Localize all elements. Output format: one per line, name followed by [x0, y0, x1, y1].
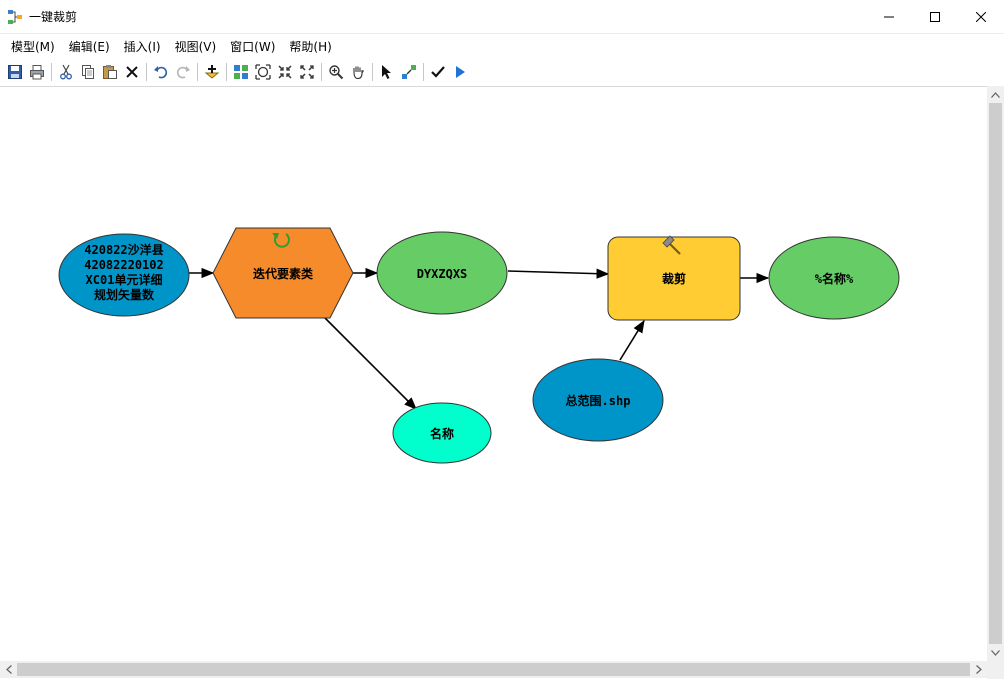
undo-button[interactable] — [150, 61, 172, 83]
scroll-down-button[interactable] — [987, 644, 1004, 661]
clip-output-label: %名称% — [815, 271, 854, 286]
connector-iterator-to-name — [321, 314, 417, 410]
toolbar-separator — [423, 63, 424, 81]
close-button[interactable] — [958, 0, 1004, 34]
menu-edit[interactable]: 编辑(E) — [62, 37, 117, 57]
zoom-in-icon — [329, 65, 344, 80]
scroll-right-button[interactable] — [970, 661, 987, 678]
connect-icon — [402, 65, 416, 79]
clip-tool-node[interactable]: 裁剪 — [607, 235, 741, 321]
validate-button[interactable] — [427, 61, 449, 83]
input-layer-node[interactable]: 420822沙洋县 42082220102 XC01单元详细 规划矢量数 — [58, 233, 190, 317]
model-diagram: 420822沙洋县 42082220102 XC01单元详细 规划矢量数 迭代要… — [58, 227, 900, 464]
undo-icon — [154, 66, 168, 79]
zoom-to-fit-button[interactable] — [274, 61, 296, 83]
menu-insert[interactable]: 插入(I) — [117, 37, 168, 57]
fixed-zoom-out-button[interactable] — [296, 61, 318, 83]
paste-button[interactable] — [99, 61, 121, 83]
select-icon — [382, 65, 391, 79]
cut-button[interactable] — [55, 61, 77, 83]
input-layer-label-line-3: XC01单元详细 — [86, 272, 163, 287]
full-extent-icon — [255, 64, 271, 80]
redo-button[interactable] — [172, 61, 194, 83]
iterator-node[interactable]: 迭代要素类 — [212, 227, 354, 319]
minimize-icon — [884, 16, 894, 18]
save-button[interactable] — [4, 61, 26, 83]
cut-icon — [60, 64, 72, 80]
extent-input-label: 总范围.shp — [566, 393, 631, 408]
iterator-output-label: DYXZQXS — [417, 267, 468, 281]
run-button[interactable] — [449, 61, 471, 83]
toolbar-separator — [197, 63, 198, 81]
pan-icon — [353, 66, 364, 80]
print-icon — [30, 65, 44, 80]
chevron-down-icon — [991, 649, 1000, 656]
scroll-left-button[interactable] — [0, 661, 17, 678]
model-canvas[interactable]: 420822沙洋县 42082220102 XC01单元详细 规划矢量数 迭代要… — [0, 86, 987, 661]
print-button[interactable] — [26, 61, 48, 83]
delete-icon — [126, 66, 138, 78]
copy-icon — [82, 65, 94, 79]
toolbar — [0, 60, 1004, 84]
modelbuilder-app-icon — [8, 10, 22, 24]
clip-tool-label: 裁剪 — [662, 271, 686, 286]
maximize-button[interactable] — [912, 0, 958, 34]
close-icon — [976, 12, 986, 22]
horizontal-scrollbar[interactable] — [0, 661, 987, 678]
toolbar-separator — [372, 63, 373, 81]
chevron-up-icon — [991, 91, 1000, 98]
auto-layout-button[interactable] — [230, 61, 252, 83]
menu-view[interactable]: 视图(V) — [168, 37, 224, 57]
chevron-left-icon — [5, 665, 12, 674]
input-layer-label-line-4: 规划矢量数 — [94, 287, 155, 302]
chevron-right-icon — [975, 665, 982, 674]
scroll-up-button[interactable] — [987, 86, 1004, 103]
connector-output-to-clip — [507, 268, 610, 279]
run-icon — [456, 66, 465, 78]
toolbar-separator — [51, 63, 52, 81]
iterator-output-node[interactable]: DYXZQXS — [376, 231, 508, 315]
menu-window[interactable]: 窗口(W) — [223, 37, 282, 57]
zoom-in-button[interactable] — [325, 61, 347, 83]
add-data-icon — [204, 65, 220, 79]
add-data-button[interactable] — [201, 61, 223, 83]
select-button[interactable] — [376, 61, 398, 83]
copy-button[interactable] — [77, 61, 99, 83]
toolbar-separator — [146, 63, 147, 81]
toolbar-separator — [226, 63, 227, 81]
name-value-node[interactable]: 名称 — [392, 402, 492, 464]
clip-output-node[interactable]: %名称% — [768, 236, 900, 320]
iterator-label: 迭代要素类 — [253, 266, 314, 281]
vertical-scroll-thumb[interactable] — [989, 103, 1002, 644]
menu-model[interactable]: 模型(M) — [4, 37, 62, 57]
save-icon — [8, 65, 22, 79]
vertical-scrollbar[interactable] — [987, 86, 1004, 661]
window-title: 一键裁剪 — [29, 10, 78, 24]
validate-icon — [431, 66, 445, 78]
title-bar: 一键裁剪 — [0, 0, 1004, 34]
delete-button[interactable] — [121, 61, 143, 83]
paste-icon — [103, 65, 117, 79]
auto-layout-icon — [234, 65, 248, 79]
scrollbar-corner — [987, 661, 1004, 679]
maximize-icon — [930, 12, 940, 22]
menu-bar: 模型(M) 编辑(E) 插入(I) 视图(V) 窗口(W) 帮助(H) — [0, 36, 1004, 58]
input-layer-label-line-1: 420822沙洋县 — [84, 242, 163, 257]
name-value-label: 名称 — [430, 426, 454, 441]
redo-icon — [176, 66, 190, 79]
extent-input-node[interactable]: 总范围.shp — [532, 358, 664, 442]
toolbar-separator — [321, 63, 322, 81]
pan-button[interactable] — [347, 61, 369, 83]
full-extent-button[interactable] — [252, 61, 274, 83]
input-layer-label-line-2: 42082220102 — [84, 258, 163, 272]
fixed-zoom-out-icon — [300, 65, 314, 79]
menu-help[interactable]: 帮助(H) — [282, 37, 338, 57]
horizontal-scroll-thumb[interactable] — [17, 663, 970, 676]
minimize-button[interactable] — [866, 0, 912, 34]
connect-button[interactable] — [398, 61, 420, 83]
zoom-to-fit-icon — [278, 65, 292, 79]
connector-extent-to-clip — [619, 319, 645, 361]
